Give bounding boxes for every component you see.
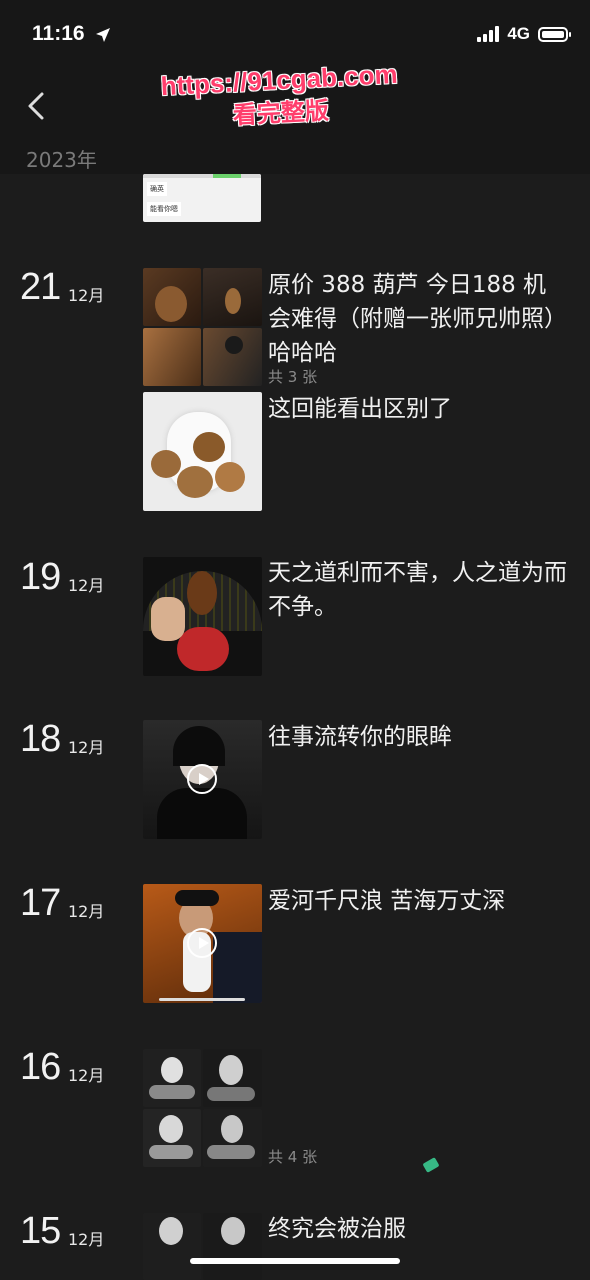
status-bar: 11:16 4G: [0, 0, 590, 70]
post-text[interactable]: 这回能看出区别了: [268, 392, 568, 426]
video-thumbnail[interactable]: [143, 720, 262, 839]
play-icon[interactable]: [187, 928, 217, 958]
chat-bubble: 能看你嗯: [147, 202, 181, 216]
post-month: 12月: [68, 1230, 105, 1249]
post-month: 12月: [68, 576, 105, 595]
battery-icon: [538, 26, 571, 42]
post-day: 16: [20, 1046, 61, 1088]
post-image[interactable]: 确英 能看你嗯: [143, 174, 261, 222]
post-image[interactable]: [143, 268, 201, 326]
image-grid[interactable]: [143, 1049, 262, 1167]
image-count: 共 3 张: [268, 368, 318, 386]
post-text[interactable]: 终究会被治服: [268, 1212, 568, 1246]
post-image[interactable]: [143, 1109, 201, 1167]
chat-bubble: 确英: [147, 182, 167, 196]
decoration: [422, 1157, 440, 1173]
video-thumbnail[interactable]: [143, 884, 262, 1003]
signal-icon: [477, 26, 500, 42]
image-grid[interactable]: [143, 268, 262, 386]
post-text[interactable]: 爱河千尺浪 苦海万丈深: [268, 884, 568, 918]
home-indicator[interactable]: [190, 1258, 400, 1264]
post-image[interactable]: [203, 328, 262, 386]
network-label: 4G: [507, 24, 530, 43]
post-image[interactable]: [203, 1109, 262, 1167]
location-arrow-icon: [94, 26, 112, 48]
image-grid[interactable]: [143, 1213, 262, 1280]
image-count: 共 4 张: [268, 1148, 318, 1166]
status-time: 11:16: [32, 22, 85, 45]
post-day: 19: [20, 556, 61, 598]
post-image[interactable]: [143, 328, 201, 386]
post-image[interactable]: [143, 392, 262, 511]
post-image[interactable]: [143, 1213, 201, 1280]
post-month: 12月: [68, 738, 105, 757]
post-image[interactable]: [203, 268, 262, 326]
post-month: 12月: [68, 902, 105, 921]
post-day: 21: [20, 266, 61, 308]
post-image[interactable]: [203, 1213, 262, 1280]
back-button[interactable]: [20, 86, 60, 126]
post-day: 17: [20, 882, 61, 924]
post-image[interactable]: [143, 1049, 201, 1107]
post-month: 12月: [68, 286, 105, 305]
play-icon[interactable]: [187, 764, 217, 794]
post-text[interactable]: 往事流转你的眼眸: [268, 720, 568, 754]
post-day: 18: [20, 718, 61, 760]
chevron-left-icon: [28, 92, 44, 120]
post-text[interactable]: 天之道利而不害，人之道为而不争。: [268, 556, 568, 624]
year-label: 2023年: [26, 148, 97, 172]
post-image[interactable]: [203, 1049, 262, 1107]
post-image[interactable]: [143, 557, 262, 676]
post-month: 12月: [68, 1066, 105, 1085]
moments-feed[interactable]: 确英 能看你嗯 21 12月 原价 388 葫芦 今日188 机会难得（附赠一张…: [0, 174, 590, 1280]
post-day: 15: [20, 1210, 61, 1252]
post-text[interactable]: 原价 388 葫芦 今日188 机会难得（附赠一张师兄帅照）哈哈哈: [268, 268, 568, 370]
nav-header: https://91cgab.com 看完整版 2023年: [0, 59, 590, 174]
